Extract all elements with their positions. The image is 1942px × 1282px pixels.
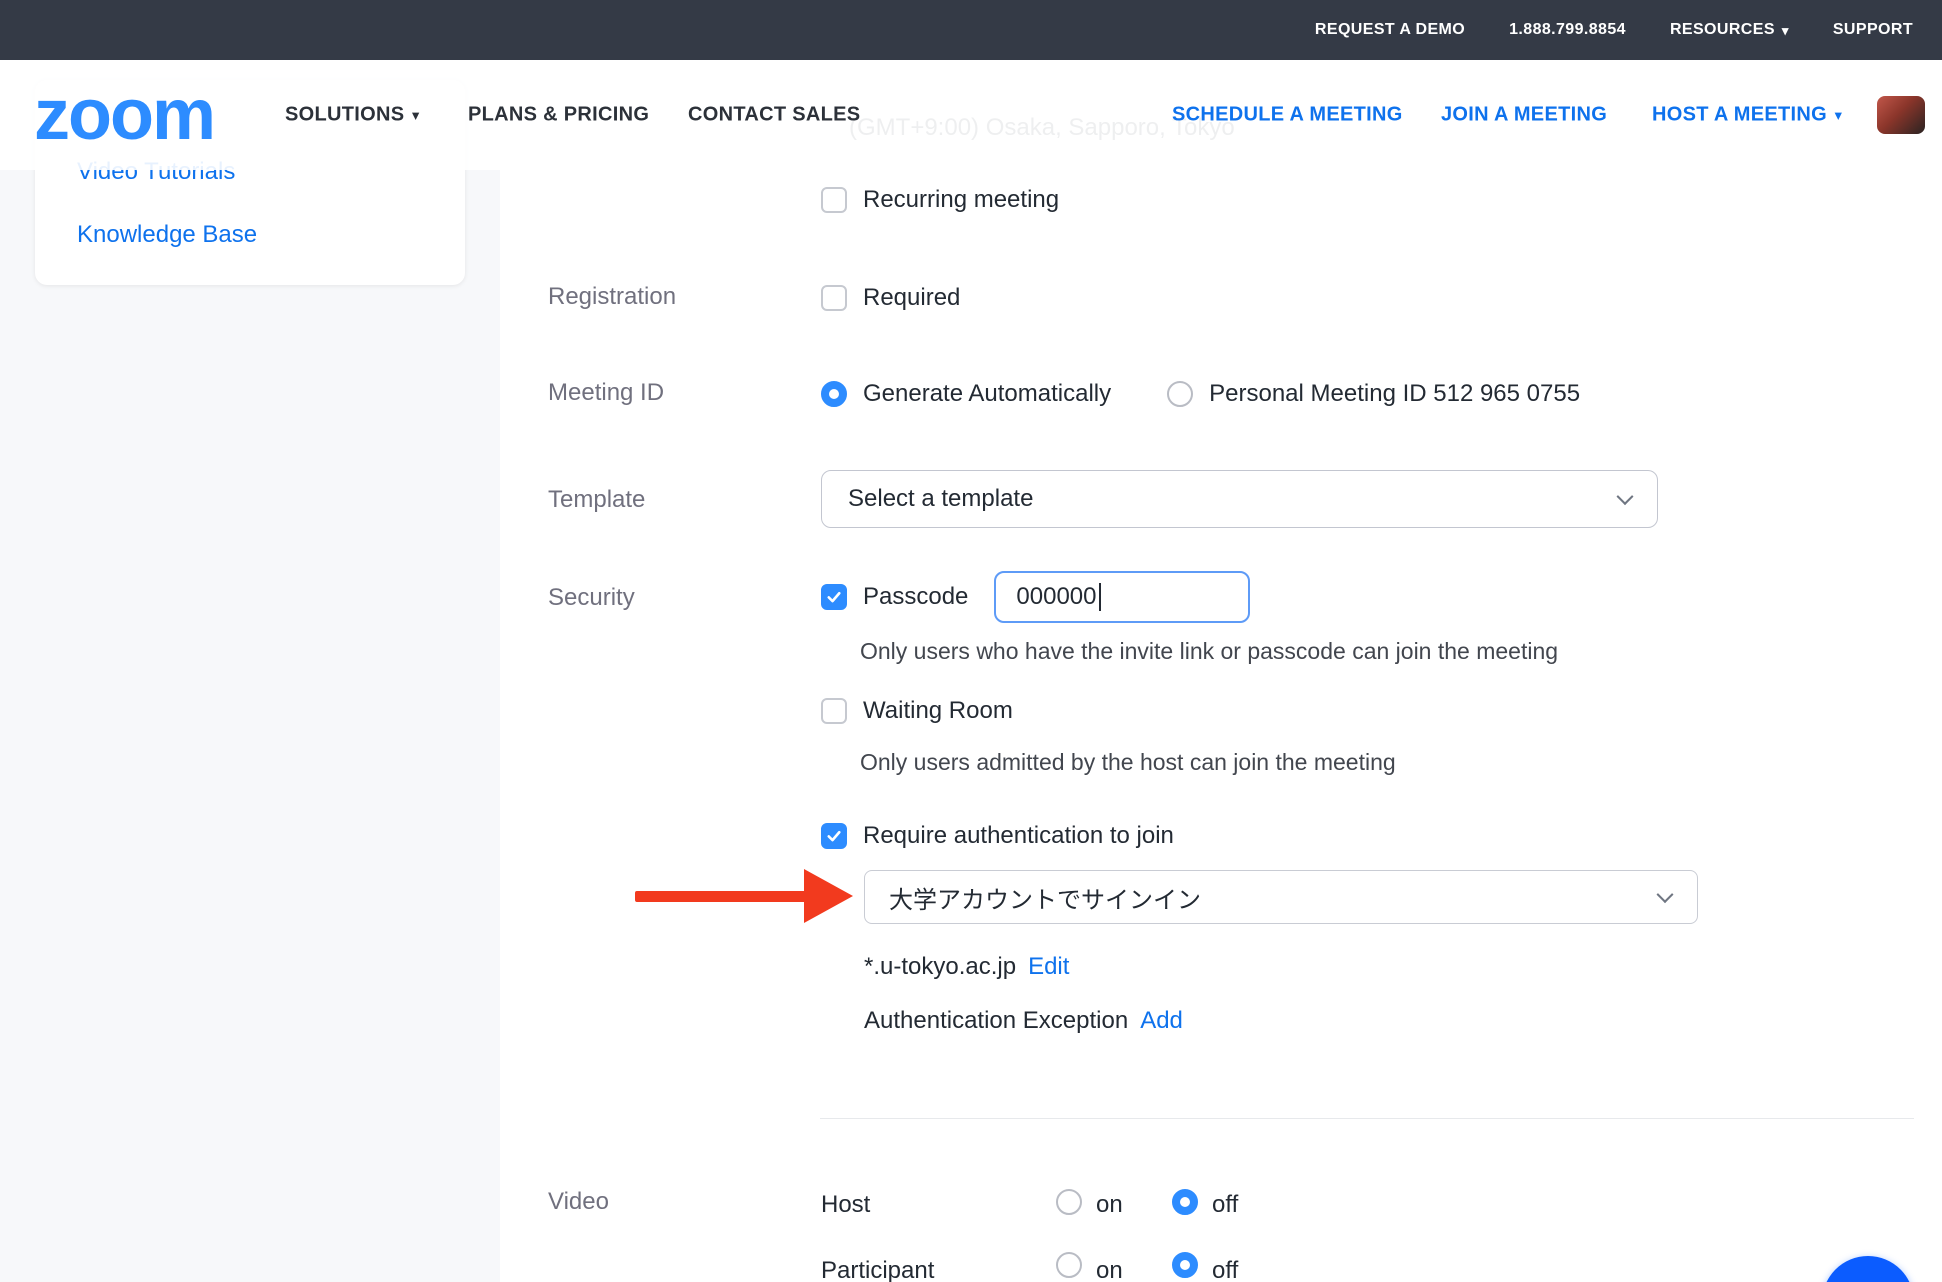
passcode-label: Passcode [863,582,968,612]
nav-solutions[interactable]: SOLUTIONS ▾ [285,104,419,127]
resources-menu[interactable]: RESOURCES ▾ [1670,21,1789,39]
nav-solutions-label: SOLUTIONS [285,104,404,127]
auth-exception-add-link[interactable]: Add [1140,1006,1183,1036]
waiting-room-checkbox[interactable] [821,698,847,724]
chevron-down-icon [1657,886,1674,903]
passcode-row: Passcode 000000 [821,571,1250,623]
video-host-on-radio[interactable] [1056,1189,1082,1215]
request-demo-link[interactable]: REQUEST A DEMO [1315,21,1465,39]
video-host-label: Host [821,1190,870,1220]
red-arrow-icon [804,869,853,923]
sidebar-item-knowledge-base[interactable]: Knowledge Base [77,220,257,250]
meeting-id-row: Generate Automatically Personal Meeting … [821,379,1580,409]
caret-down-icon: ▾ [1835,109,1842,122]
require-auth-label: Require authentication to join [863,821,1174,851]
auth-domain-row: *.u-tokyo.ac.jp Edit [864,952,1069,982]
auth-domain-edit-link[interactable]: Edit [1028,952,1069,982]
chevron-down-icon [1617,488,1634,505]
phone-number: 1.888.799.8854 [1509,21,1626,39]
check-icon [825,827,843,845]
caret-down-icon: ▾ [412,109,419,122]
template-label: Template [548,485,645,515]
waiting-room-row: Waiting Room [821,696,1013,726]
video-participant-label: Participant [821,1256,934,1282]
recurring-meeting-checkbox[interactable] [821,187,847,213]
waiting-room-label: Waiting Room [863,696,1013,726]
registration-required-checkbox[interactable] [821,285,847,311]
auth-method-select[interactable]: 大学アカウントでサインイン [864,870,1698,924]
recurring-meeting-label: Recurring meeting [863,185,1059,215]
check-icon [825,588,843,606]
profile-avatar[interactable] [1877,96,1925,134]
waiting-room-help-text: Only users admitted by the host can join… [860,748,1396,776]
nav-join-meeting[interactable]: JOIN A MEETING [1441,104,1607,127]
registration-required-label: Required [863,283,960,313]
passcode-checkbox[interactable] [821,584,847,610]
security-label: Security [548,583,635,613]
video-label: Video [548,1187,609,1217]
video-participant-on-radio[interactable] [1056,1252,1082,1278]
meeting-id-personal-label: Personal Meeting ID 512 965 0755 [1209,379,1580,409]
video-participant-on-label: on [1096,1256,1123,1282]
main-navigation: zoom SOLUTIONS ▾ PLANS & PRICING CONTACT… [0,60,1942,170]
registration-row: Required [821,283,960,313]
nav-schedule-meeting[interactable]: SCHEDULE A MEETING [1172,104,1403,127]
passcode-input[interactable]: 000000 [994,571,1250,623]
resources-label: RESOURCES [1670,21,1775,39]
meeting-id-label: Meeting ID [548,378,664,408]
video-participant-off-label: off [1212,1256,1238,1282]
video-host-off-radio[interactable] [1172,1189,1198,1215]
nav-host-meeting-label: HOST A MEETING [1652,104,1827,127]
auth-exception-row: Authentication Exception Add [864,1006,1183,1036]
passcode-value: 000000 [1016,583,1096,611]
template-select-value: Select a template [848,485,1033,513]
require-auth-row: Require authentication to join [821,821,1174,851]
nav-host-meeting[interactable]: HOST A MEETING ▾ [1652,104,1842,127]
meeting-id-personal-radio[interactable] [1167,381,1193,407]
meeting-id-generate-label: Generate Automatically [863,379,1111,409]
top-utility-bar: REQUEST A DEMO 1.888.799.8854 RESOURCES … [0,0,1942,60]
nav-plans-pricing[interactable]: PLANS & PRICING [468,104,649,127]
passcode-help-text: Only users who have the invite link or p… [860,637,1558,665]
registration-label: Registration [548,282,676,312]
nav-contact-sales[interactable]: CONTACT SALES [688,104,860,127]
caret-down-icon: ▾ [1782,24,1789,37]
red-arrow-shaft [635,891,807,902]
section-divider [820,1118,1914,1119]
auth-exception-label: Authentication Exception [864,1006,1128,1036]
zoom-logo[interactable]: zoom [34,79,214,151]
recurring-meeting-row: Recurring meeting [821,185,1059,215]
video-host-off-label: off [1212,1190,1238,1220]
video-host-on-label: on [1096,1190,1123,1220]
meeting-id-generate-radio[interactable] [821,381,847,407]
auth-method-value: 大学アカウントでサインイン [889,880,1201,915]
template-select[interactable]: Select a template [821,470,1658,528]
auth-domain-value: *.u-tokyo.ac.jp [864,952,1016,982]
zoom-schedule-meeting-page: (GMT+9:00) Osaka, Sapporo, Tokyo Recurri… [0,0,1942,1282]
require-auth-checkbox[interactable] [821,823,847,849]
video-participant-off-radio[interactable] [1172,1252,1198,1278]
text-cursor [1099,583,1101,611]
support-link[interactable]: SUPPORT [1833,21,1913,39]
